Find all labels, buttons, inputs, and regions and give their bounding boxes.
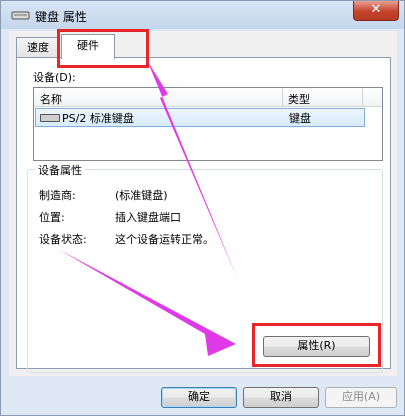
annotation-arrows xyxy=(58,60,238,356)
tab-hardware[interactable]: 硬件 xyxy=(61,34,115,59)
arrow-to-hardware-tab xyxy=(147,60,238,280)
tab-hardware-label: 硬件 xyxy=(77,39,99,52)
arrow-to-properties-button xyxy=(58,249,236,356)
